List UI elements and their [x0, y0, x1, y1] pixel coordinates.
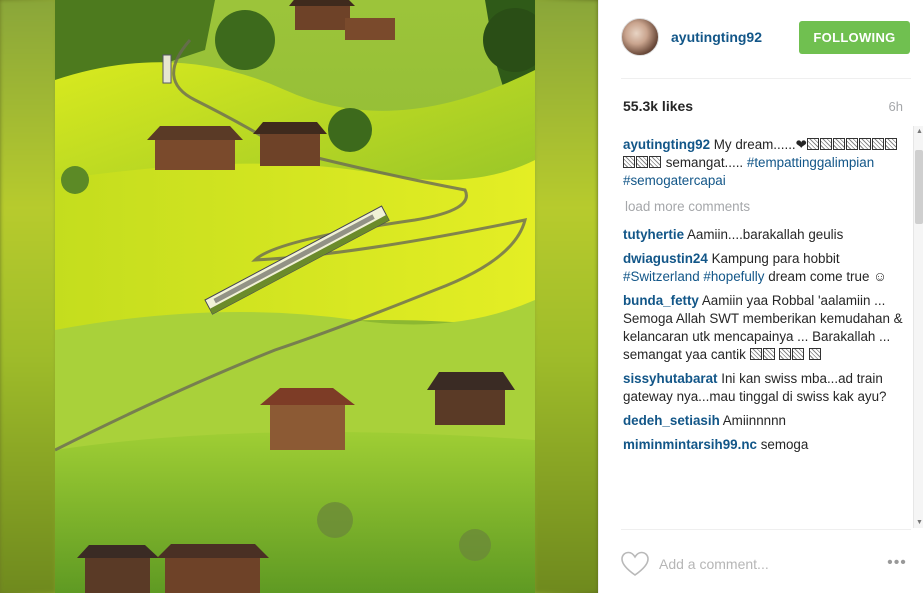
- comment-username[interactable]: tutyhertie: [623, 227, 684, 242]
- comment-item: sissyhutabarat Ini kan swiss mba...ad tr…: [623, 370, 903, 406]
- photo-blur-right: [534, 0, 598, 593]
- post-photo[interactable]: [55, 0, 535, 593]
- comment-text: Amiinnnnn: [722, 413, 787, 428]
- comments-list: ayutingting92 My dream......❤ semangat..…: [623, 136, 903, 526]
- comment-text-after: dream come true ☺: [764, 269, 887, 284]
- header-divider: [621, 78, 911, 79]
- comment-text: Aamiin....barakallah geulis: [687, 227, 844, 242]
- caption-text-1: My dream......❤: [713, 137, 807, 152]
- comment-username[interactable]: dwiagustin24: [623, 251, 708, 266]
- comment-bar: •••: [621, 547, 916, 581]
- following-button[interactable]: FOLLOWING: [799, 21, 910, 54]
- comment-text: Kampung para hobbit: [711, 251, 840, 266]
- comment-text: semoga: [760, 437, 809, 452]
- hashtag-link[interactable]: #Switzerland: [623, 269, 700, 284]
- comment-item: dedeh_setiasih Amiinnnnn: [623, 412, 903, 430]
- comment-username[interactable]: bunda_fetty: [623, 293, 699, 308]
- hashtag-link[interactable]: #hopefully: [703, 269, 764, 284]
- post-author-username[interactable]: ayutingting92: [671, 29, 762, 45]
- caption: ayutingting92 My dream......❤ semangat..…: [623, 136, 903, 190]
- likes-row: 55.3k likes 6h: [623, 98, 913, 118]
- comment-username[interactable]: dedeh_setiasih: [623, 413, 720, 428]
- photo-blur-left: [0, 0, 56, 593]
- scroll-thumb[interactable]: [915, 150, 923, 224]
- comment-username[interactable]: sissyhutabarat: [623, 371, 718, 386]
- caption-username[interactable]: ayutingting92: [623, 137, 710, 152]
- post-side-panel: ayutingting92 FOLLOWING 55.3k likes 6h a…: [598, 0, 923, 593]
- add-comment-input[interactable]: [659, 553, 859, 575]
- hashtag-link[interactable]: #tempattinggalimpian: [747, 155, 874, 170]
- comments-scrollbar[interactable]: ▲ ▼: [913, 126, 923, 528]
- footer-divider: [621, 529, 911, 530]
- likes-count[interactable]: 55.3k likes: [623, 98, 693, 114]
- avatar[interactable]: [621, 18, 659, 56]
- comment-item: tutyhertie Aamiin....barakallah geulis: [623, 226, 903, 244]
- heart-icon[interactable]: [621, 551, 649, 577]
- photo-area: [0, 0, 598, 593]
- comment-item: bunda_fetty Aamiin yaa Robbal 'aalamiin …: [623, 292, 903, 364]
- comment-item: dwiagustin24 Kampung para hobbit #Switze…: [623, 250, 903, 286]
- scroll-up-icon[interactable]: ▲: [916, 128, 923, 135]
- comment-username[interactable]: miminmintarsih99.nc: [623, 437, 757, 452]
- more-options-icon[interactable]: •••: [884, 555, 910, 571]
- post-header: ayutingting92 FOLLOWING: [599, 0, 923, 78]
- comment-item: miminmintarsih99.nc semoga: [623, 436, 903, 454]
- scroll-down-icon[interactable]: ▼: [916, 519, 923, 526]
- emoji-glyphs: [749, 347, 822, 362]
- load-more-comments[interactable]: load more comments: [625, 198, 903, 216]
- post-time[interactable]: 6h: [889, 99, 903, 114]
- caption-text-2: semangat.....: [665, 155, 747, 170]
- hashtag-link[interactable]: #semogatercapai: [623, 173, 726, 188]
